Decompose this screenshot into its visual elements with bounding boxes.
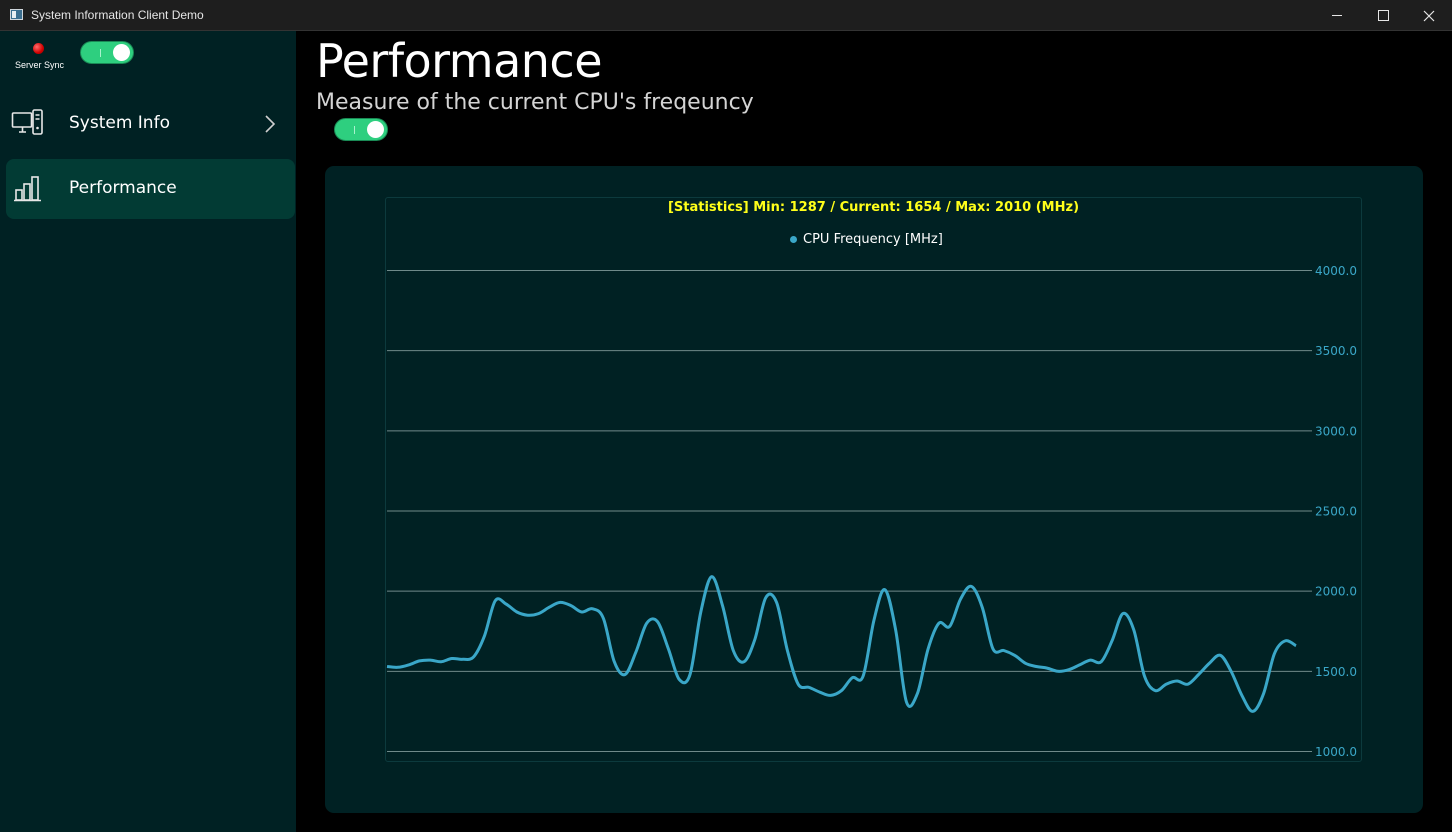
y-tick-label: 2500.0 [1315, 505, 1357, 519]
series-line-cpu-frequency [386, 575, 1297, 713]
y-tick-label: 1500.0 [1315, 665, 1357, 679]
y-tick-label: 4000.0 [1315, 264, 1357, 278]
y-tick-label: 2000.0 [1315, 585, 1357, 599]
y-tick-label: 3000.0 [1315, 424, 1357, 438]
y-tick-label: 1000.0 [1315, 745, 1357, 759]
y-tick-label: 3500.0 [1315, 344, 1357, 358]
cpu-frequency-line-chart: 4000.0 3500.0 3000.0 2500.0 2000.0 1500.0 1000… [386, 264, 1357, 759]
